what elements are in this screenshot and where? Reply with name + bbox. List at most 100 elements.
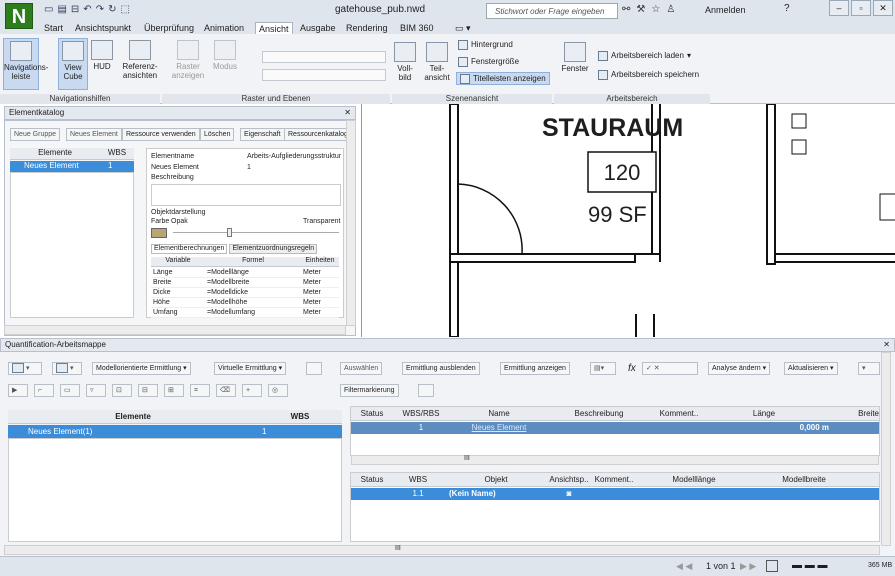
add-vertex-tool[interactable]: + [242, 384, 262, 397]
area-tool[interactable]: ▭ [60, 384, 80, 397]
calc-row[interactable]: Dicke =Modelldicke Meter [151, 288, 339, 298]
model-viewport[interactable]: STAURAUM 120 99 SF [361, 103, 895, 338]
tab-start[interactable]: Start [44, 22, 63, 34]
filter-options-button[interactable]: ▤▾ [590, 362, 616, 375]
grid-combo-1[interactable] [262, 51, 386, 63]
tab-element-mapping-rules[interactable]: Elementzuordnungsregeln [229, 244, 318, 254]
quick-box-tool[interactable]: ⌗ [190, 384, 210, 397]
tab-ansicht[interactable]: Ansicht [255, 22, 293, 34]
quick-line-tool[interactable]: ⊞ [164, 384, 184, 397]
reference-views-button[interactable]: Referenz- ansichten [120, 38, 160, 80]
save-workspace-button[interactable]: Arbeitsbereich speichern [598, 68, 699, 81]
refresh-icon[interactable]: ↻ [108, 4, 116, 15]
pointer-tool[interactable]: ▶ [8, 384, 28, 397]
undo-icon[interactable]: ↶ [83, 4, 91, 15]
hud-button[interactable]: HUD [90, 38, 114, 71]
close-icon[interactable]: ✕ [344, 107, 351, 119]
rectangle-tool[interactable]: ⊡ [112, 384, 132, 397]
change-analysis-button[interactable]: Analyse ändern ▾ [708, 362, 771, 375]
calc-row[interactable]: Länge =Modelllänge Meter [151, 268, 339, 278]
fullscreen-button[interactable]: Voll- bild [392, 40, 418, 82]
select-icon[interactable]: ⬚ [120, 4, 129, 15]
takeoff-hscroll[interactable]: III [351, 455, 879, 465]
background-button[interactable]: Hintergrund [458, 38, 513, 51]
tab-animation[interactable]: Animation [204, 22, 244, 34]
signin-button[interactable]: Anmelden [705, 5, 746, 15]
model-takeoff-button[interactable]: Modellorientierte Ermittlung ▾ [92, 362, 191, 375]
formula-field[interactable]: ✓ ✕ [642, 362, 698, 375]
viewcube-button[interactable]: View Cube [58, 38, 88, 90]
show-takeoff-button[interactable]: Ermittlung anzeigen [500, 362, 570, 375]
hide-takeoff-button[interactable]: Ermittlung ausblenden [402, 362, 480, 375]
camera-icon[interactable]: ◙ [549, 488, 589, 500]
tab-options-icon[interactable]: ▭ ▾ [455, 22, 471, 34]
window-size-button[interactable]: Fenstergröße [458, 55, 519, 68]
bucket-tool[interactable]: ⊟ [138, 384, 158, 397]
workbook-hscroll[interactable]: III [4, 545, 880, 555]
erase-tool[interactable]: ⌫ [216, 384, 236, 397]
window-button[interactable]: Fenster [560, 40, 590, 73]
delete-button[interactable]: Löschen [200, 128, 235, 141]
next-page-icon[interactable]: ▶ ▶ [740, 561, 756, 572]
print-icon[interactable]: ⊟ [71, 4, 79, 15]
sync-icon[interactable] [306, 362, 322, 375]
workbook-vscroll[interactable] [881, 352, 891, 546]
app-logo-button[interactable]: N [5, 3, 33, 29]
view-selector-button[interactable]: ▾ [8, 362, 42, 375]
color-swatch[interactable] [151, 228, 167, 238]
binoculars-icon[interactable]: ⚯ [622, 4, 630, 15]
search-input[interactable]: Stichwort oder Frage eingeben [486, 3, 618, 19]
export-button[interactable]: ▾ [858, 362, 880, 375]
tools-icon[interactable]: ⚒ [636, 4, 645, 15]
tab-ansichtspunkt[interactable]: Ansichtspunkt [75, 22, 131, 34]
tab-rendering[interactable]: Rendering [346, 22, 388, 34]
star-icon[interactable]: ☆ [651, 4, 660, 15]
user-icon[interactable]: ♙ [666, 4, 675, 15]
grid-combo-2[interactable] [262, 69, 386, 81]
navigation-bar-button[interactable]: Navigations- leiste [3, 38, 48, 90]
element-name-field[interactable]: Neues Element [151, 164, 199, 171]
catalog-vscroll[interactable] [346, 120, 356, 326]
layout-button[interactable]: ▾ [52, 362, 82, 375]
resource-catalog-button[interactable]: Ressourcenkatalog [284, 128, 352, 141]
catalog-hscroll[interactable] [4, 325, 346, 335]
prev-page-icon[interactable]: ◀ ◀ [676, 561, 692, 572]
hole-tool[interactable]: ◎ [268, 384, 288, 397]
transparency-slider[interactable] [173, 232, 339, 233]
description-field[interactable] [151, 184, 341, 206]
tab-ausgabe[interactable]: Ausgabe [300, 22, 336, 34]
new-element-button[interactable]: Neues Element [66, 128, 122, 141]
polyline-tool[interactable]: ⌐ [34, 384, 54, 397]
show-title-bars-button[interactable]: Titelleisten anzeigen [456, 72, 550, 85]
close-button[interactable]: ✕ [873, 0, 893, 16]
takeoff-row[interactable]: 1 Neues Element 0,000 m [351, 422, 879, 434]
filter-markup-button[interactable]: Filtermarkierung [340, 384, 399, 397]
object-row[interactable]: 1.1 (Kein Name) ◙ [351, 488, 879, 500]
grid-mode-button[interactable]: Modus [210, 38, 240, 71]
use-resource-button[interactable]: Ressource verwenden [122, 128, 200, 141]
sheet-browser-icon[interactable] [766, 560, 778, 572]
open-icon[interactable]: ▭ [44, 4, 53, 15]
count-tool[interactable]: ▿ [86, 384, 106, 397]
show-grid-button[interactable]: Raster anzeigen [168, 38, 208, 80]
restore-button[interactable]: ▫ [851, 0, 871, 16]
save-icon[interactable]: ▤ [57, 4, 66, 15]
update-button[interactable]: Aktualisieren ▾ [784, 362, 838, 375]
redo-icon[interactable]: ↷ [96, 4, 104, 15]
property-button[interactable]: Eigenschaft [240, 128, 285, 141]
help-button[interactable]: ? [784, 3, 790, 14]
tab-element-calculations[interactable]: Elementberechnungen [151, 244, 228, 254]
catalog-tree-row[interactable]: Neues Element 1 [10, 161, 134, 172]
hierarchy-icon[interactable] [418, 384, 434, 397]
load-workspace-button[interactable]: Arbeitsbereich laden ▾ [598, 49, 691, 62]
formula-icon[interactable]: fx [628, 363, 636, 374]
calc-row[interactable]: Breite =Modellbreite Meter [151, 278, 339, 288]
wbs-field[interactable]: 1 [247, 164, 251, 171]
select-button[interactable]: Auswählen [340, 362, 383, 375]
slider-thumb[interactable] [227, 228, 232, 237]
workbook-tree-row[interactable]: Neues Element(1) 1 [8, 425, 342, 438]
minimize-button[interactable]: – [829, 0, 849, 16]
calc-row[interactable]: Umfang =Modellumfang Meter [151, 308, 339, 318]
takeoff-row-name[interactable]: Neues Element [449, 422, 549, 434]
virtual-takeoff-button[interactable]: Virtuelle Ermittlung ▾ [214, 362, 287, 375]
